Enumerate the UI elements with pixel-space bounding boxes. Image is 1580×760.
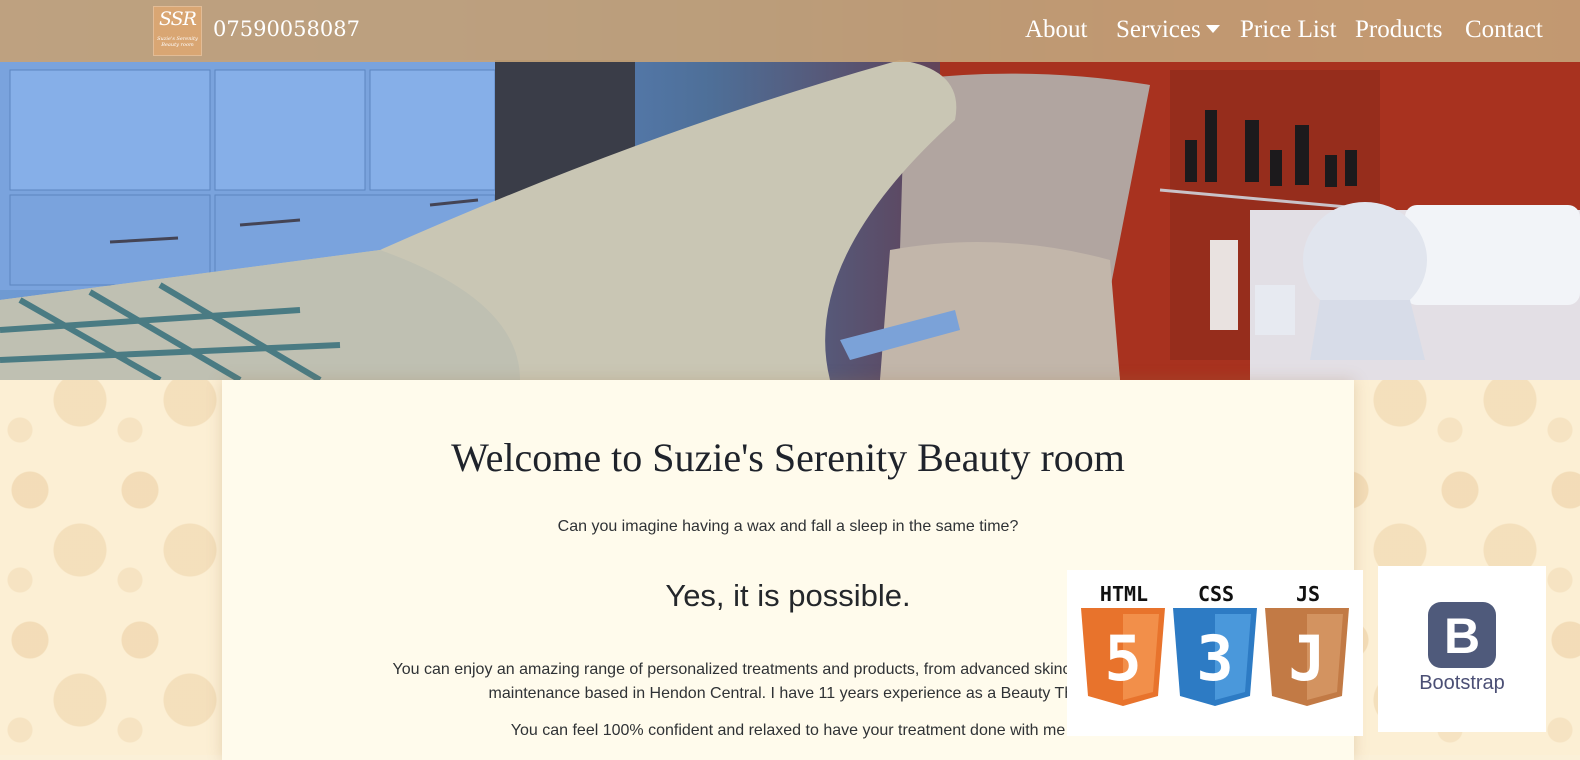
css3-shield-icon: 3 (1173, 608, 1257, 706)
js-shield-icon: J (1265, 608, 1349, 706)
bootstrap-badge: B Bootstrap (1378, 566, 1546, 732)
welcome-question: Can you imagine having a wax and fall a … (557, 518, 1019, 535)
nav-products-label: Products (1355, 16, 1443, 43)
nav-price-list[interactable]: Price List (1240, 16, 1337, 44)
brand-logo[interactable]: SSR Suzie's Serenity Beauty room (153, 6, 202, 56)
bootstrap-label: Bootstrap (1419, 672, 1505, 694)
nav-products[interactable]: Products (1355, 16, 1443, 44)
html5-number: 5 (1104, 622, 1141, 695)
js-letter: J (1288, 622, 1325, 695)
nav-contact[interactable]: Contact (1465, 16, 1543, 44)
nav-about-label: About (1025, 16, 1088, 43)
bootstrap-letter: B (1444, 608, 1480, 664)
dropdown-caret-icon (1205, 25, 1220, 34)
page-title: Welcome to Suzie's Serenity Beauty room (451, 435, 1125, 480)
logo-tagline: Suzie's Serenity Beauty room (157, 36, 198, 48)
navbar: SSR Suzie's Serenity Beauty room 0759005… (0, 0, 1580, 62)
nav-contact-label: Contact (1465, 16, 1543, 43)
logo-initials: SSR (158, 8, 197, 30)
nav-price-list-label: Price List (1240, 16, 1337, 43)
html5-shield-icon: 5 (1081, 608, 1165, 706)
phone-number[interactable]: 07590058087 (213, 17, 360, 41)
bootstrap-logo-icon: B (1428, 602, 1496, 668)
nav-services[interactable]: Services (1116, 16, 1220, 44)
css3-number: 3 (1196, 622, 1233, 695)
nav-services-label: Services (1116, 16, 1201, 43)
tech-badges-panel: HTML CSS JS 5 3 J (1067, 570, 1363, 736)
nav-about[interactable]: About (1025, 16, 1088, 44)
